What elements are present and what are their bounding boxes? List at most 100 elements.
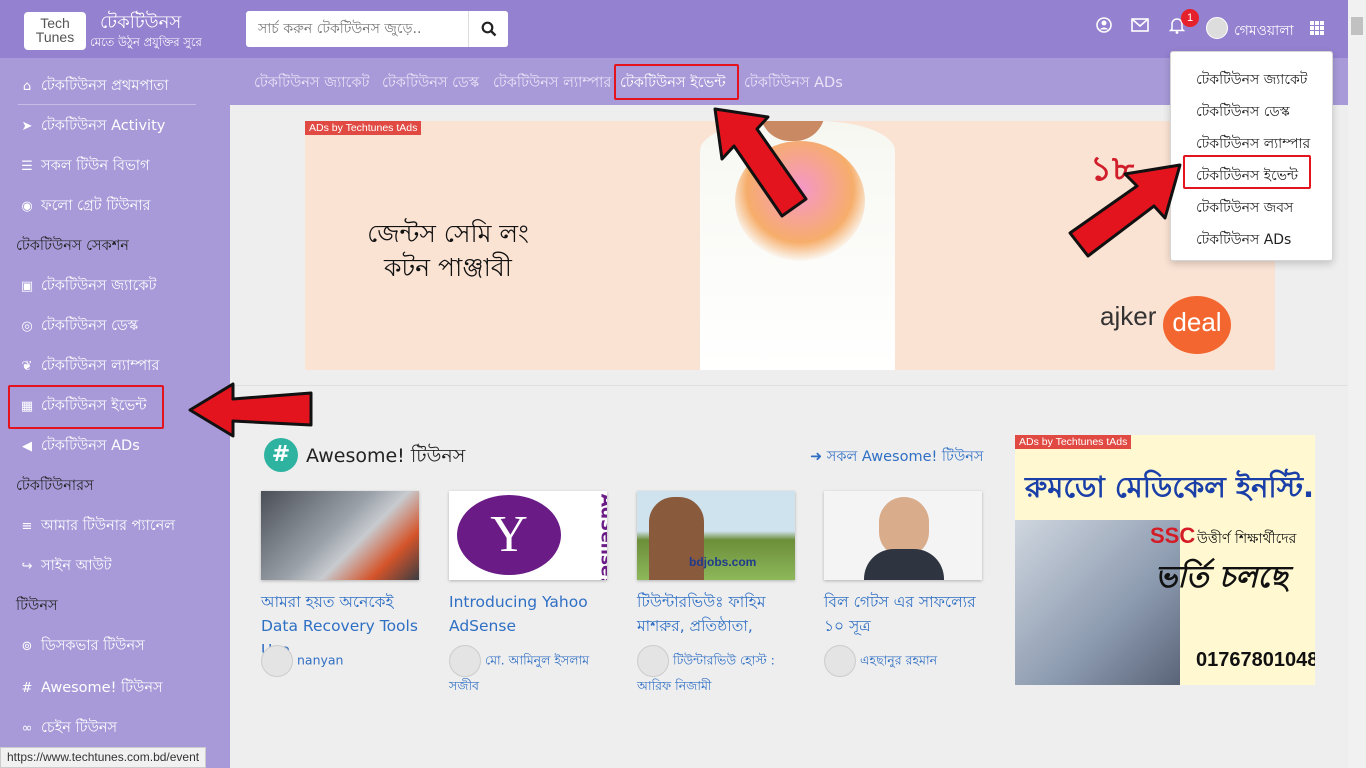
all-awesome-link[interactable]: ➜ সকল Awesome! টিউনস	[810, 446, 983, 470]
banner-text-line2: কটন পাঞ্জাবী	[384, 253, 512, 282]
sidebar-item-label: সাইন আউট	[41, 558, 112, 574]
avatar	[637, 645, 669, 677]
arrow-circle-right-icon: ➜	[810, 449, 827, 465]
dropdown-item-jobs[interactable]: টেকটিউনস জবস	[1196, 196, 1293, 220]
avatar	[824, 645, 856, 677]
sidebar-item-discover[interactable]: ⊚ ডিসকভার টিউনস	[18, 634, 145, 658]
bdjobs-logo: bdjobs.com	[689, 555, 757, 569]
sidebar-item-label: টেকটিউনস ডেস্ক	[41, 318, 139, 334]
bullhorn-icon: ◀	[22, 439, 32, 454]
subnav-jacket[interactable]: টেকটিউনস জ্যাকেট	[254, 72, 369, 96]
sidebar-section-tunes: টিউনস	[16, 598, 58, 614]
author-name: এহছানুর রহমান	[860, 652, 938, 668]
search-icon	[481, 21, 496, 37]
site-logo[interactable]: Tech Tunes	[24, 12, 86, 50]
sidebar-item-label: সকল টিউন বিভাগ	[41, 158, 150, 174]
card-title[interactable]: টিউন্টারভিউঃ ফাহিম মাশরুর, প্রতিষ্ঠাতা,	[637, 590, 795, 638]
sidebar-item-categories[interactable]: ☰ সকল টিউন বিভাগ	[18, 154, 149, 178]
logo-text-line2: Tunes	[35, 29, 75, 45]
sidebar-item-label: Awesome! টিউনস	[41, 680, 163, 696]
dropdown-item-ads[interactable]: টেকটিউনস ADs	[1196, 228, 1291, 252]
red-arrow-icon	[713, 107, 808, 218]
tune-card[interactable]: Y AdSense! Introducing Yahoo AdSense	[449, 491, 607, 638]
dropdown-item-jacket[interactable]: টেকটিউনস জ্যাকেট	[1196, 68, 1307, 92]
mail-icon[interactable]	[1131, 17, 1149, 36]
sidebar-item-chain[interactable]: ∞ চেইন টিউনস	[18, 716, 118, 740]
user-circle-icon: ◉	[21, 199, 33, 214]
card-thumbnail[interactable]	[261, 491, 419, 580]
side-ad-subtitle: উত্তীর্ণ শিক্ষার্থীদের	[1197, 531, 1297, 547]
sidebar-item-desk[interactable]: ◎ টেকটিউনস ডেস্ক	[18, 314, 138, 338]
avatar	[261, 645, 293, 677]
tune-card[interactable]: আমরা হয়ত অনেকেই Data Recovery Tools Use	[261, 491, 419, 662]
lifebuoy-icon: ◎	[21, 319, 33, 334]
status-bar-url: https://www.techtunes.com.bd/event	[0, 747, 207, 768]
avatar[interactable]	[1206, 17, 1228, 39]
sign-out-icon: ↪	[21, 559, 33, 574]
sidebar-section-tuners: টেকটিউনারস	[16, 478, 94, 494]
search-input[interactable]	[246, 11, 471, 47]
card-author[interactable]: মো. আমিনুল ইসলাম সজীব	[449, 645, 619, 697]
sidebar-item-lamper[interactable]: ❦ টেকটিউনস ল্যাম্পার	[18, 354, 160, 378]
tune-card[interactable]: bdjobs.com টিউন্টারভিউঃ ফাহিম মাশরুর, প্…	[637, 491, 795, 638]
card-author[interactable]: এহছানুর রহমান	[824, 645, 994, 677]
sidebar-item-follow[interactable]: ◉ ফলো গ্রেট টিউনার	[18, 194, 150, 218]
author-name: nanyan	[297, 652, 344, 668]
sidebar-item-awesome[interactable]: # Awesome! টিউনস	[18, 676, 163, 700]
subnav-ads[interactable]: টেকটিউনস ADs	[744, 72, 843, 96]
card-thumbnail[interactable]: Y AdSense!	[449, 491, 607, 580]
author-name-line2: সজীব	[449, 678, 479, 693]
site-tagline: মেতে উঠুন প্রযুক্তির সুরে	[90, 35, 202, 49]
person-photo	[879, 497, 929, 557]
ads-tag[interactable]: ADs by Techtunes tAds	[305, 121, 422, 135]
sidebar-item-label: টেকটিউনস ল্যাম্পার	[41, 358, 160, 374]
dropdown-item-desk[interactable]: টেকটিউনস ডেস্ক	[1196, 100, 1290, 124]
hashtag-icon: #	[264, 438, 298, 472]
card-thumbnail[interactable]: bdjobs.com	[637, 491, 795, 580]
search-box	[246, 11, 508, 47]
scrollbar-thumb[interactable]	[1351, 17, 1363, 35]
banner-brand-circle: deal	[1163, 296, 1231, 354]
card-author[interactable]: nanyan	[261, 645, 431, 677]
compass-icon: ⊚	[21, 639, 33, 654]
card-thumbnail[interactable]	[824, 491, 982, 580]
ads-tag[interactable]: ADs by Techtunes tAds	[1015, 435, 1132, 449]
apps-grid-icon[interactable]	[1310, 21, 1324, 35]
link-icon: ∞	[21, 721, 33, 736]
card-title[interactable]: Introducing Yahoo AdSense	[449, 590, 607, 638]
logo-area[interactable]: Tech Tunes টেকটিউনস মেতে উঠুন প্রযুক্তির…	[0, 0, 230, 58]
sidebar-item-ads[interactable]: ◀ টেকটিউনস ADs	[18, 434, 140, 458]
search-button[interactable]	[468, 11, 508, 47]
tune-card[interactable]: বিল গেটস এর সাফল্যের ১০ সূত্র	[824, 491, 982, 638]
briefcase-icon: ▣	[20, 279, 34, 294]
card-author[interactable]: টিউন্টারভিউ হোস্ট : আরিফ নিজামী	[637, 645, 807, 697]
highlight-box	[8, 385, 164, 429]
sidebar-item-tuner-panel[interactable]: ≡ আমার টিউনার প্যানেল	[18, 514, 176, 538]
sidebar-item-label: ফলো গ্রেট টিউনার	[41, 198, 151, 214]
person-suit	[864, 549, 944, 580]
user-profile-icon[interactable]	[1096, 17, 1112, 37]
subnav-desk[interactable]: টেকটিউনস ডেস্ক	[382, 72, 479, 96]
banner-text: জেন্টস সেমি লং কটন পাঞ্জাবী	[363, 217, 533, 285]
yahoo-logo: Y	[457, 495, 561, 575]
notification-badge: 1	[1181, 9, 1199, 27]
avatar	[449, 645, 481, 677]
sidebar-item-sign-out[interactable]: ↪ সাইন আউট	[18, 554, 112, 578]
sidebar-item-activity[interactable]: ➤ টেকটিউনস Activity	[18, 114, 166, 138]
sidebar-item-label: টেকটিউনস ADs	[41, 438, 140, 454]
user-name[interactable]: গেমওয়ালা	[1234, 19, 1294, 43]
red-arrow-icon	[1068, 163, 1182, 258]
sidebar-divider	[18, 104, 196, 105]
sidebar-item-label: টেকটিউনস Activity	[41, 118, 166, 134]
dropdown-item-lamper[interactable]: টেকটিউনস ল্যাম্পার	[1196, 132, 1310, 156]
section-title: Awesome! টিউনস	[306, 445, 466, 467]
highlight-box	[614, 64, 739, 100]
side-ad[interactable]: রুমডো মেডিকেল ইনস্টি. SSC উত্তীর্ণ শিক্ষ…	[1015, 435, 1315, 685]
card-title[interactable]: বিল গেটস এর সাফল্যের ১০ সূত্র	[824, 590, 982, 638]
sidebar-item-jacket[interactable]: ▣ টেকটিউনস জ্যাকেট	[18, 274, 157, 298]
banner-brand-logo: ajker	[1100, 301, 1157, 331]
sidebar-item-home[interactable]: ⌂ টেকটিউনস প্রথমপাতা	[18, 74, 169, 98]
subnav-lamper[interactable]: টেকটিউনস ল্যাম্পার	[493, 72, 611, 96]
scrollbar-track[interactable]	[1348, 0, 1366, 768]
sidebar-item-label: ডিসকভার টিউনস	[41, 638, 145, 654]
